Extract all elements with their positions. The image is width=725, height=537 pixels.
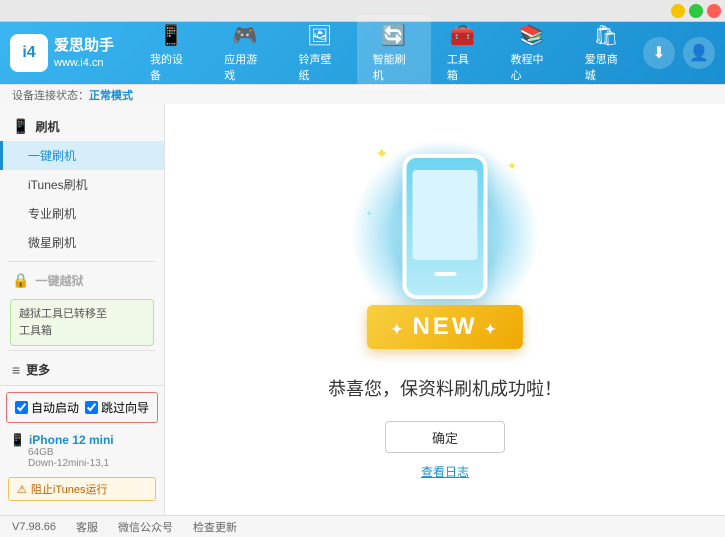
sparkle-right: ✦ bbox=[478, 321, 500, 337]
user-button[interactable]: 👤 bbox=[683, 37, 715, 69]
auto-start-input[interactable] bbox=[15, 401, 28, 414]
sidebar-section-more: ≡ 更多 bbox=[0, 355, 164, 384]
sidebar-divider-1 bbox=[8, 261, 156, 262]
customer-service-link[interactable]: 客服 bbox=[76, 519, 98, 535]
phone-screen bbox=[413, 170, 478, 260]
device-info: 📱 iPhone 12 mini 64GB Down-12mini-13,1 bbox=[0, 429, 164, 473]
nav-right: ⬇ 👤 bbox=[643, 37, 715, 69]
nav-items: 📱 我的设备 🎮 应用游戏 🖼 铃声壁纸 🔄 智能刷机 🧰 工具箱 📚 教程中心… bbox=[134, 15, 643, 91]
navbar: i4 爱思助手 www.i4.cn 📱 我的设备 🎮 应用游戏 🖼 铃声壁纸 🔄… bbox=[0, 22, 725, 84]
toolbox-icon: 🧰 bbox=[450, 23, 475, 48]
checkbox-row: 自动启动 跳过向导 bbox=[6, 392, 158, 423]
minimize-button[interactable] bbox=[671, 4, 685, 18]
jailbreak-notice: 越狱工具已转移至 工具箱 bbox=[10, 299, 154, 346]
skip-wizard-checkbox[interactable]: 跳过向导 bbox=[85, 399, 149, 416]
sparkle-left: ✦ bbox=[391, 321, 413, 337]
wechat-link[interactable]: 微信公众号 bbox=[118, 519, 173, 535]
bottombar: V7.98.66 客服 微信公众号 检查更新 bbox=[0, 515, 725, 537]
lock-icon: 🔒 bbox=[12, 272, 29, 289]
nav-item-tutorial[interactable]: 📚 教程中心 bbox=[495, 15, 569, 91]
sidebar-section-jailbreak: 🔒 一键越狱 bbox=[0, 266, 164, 295]
sidebar-item-one-key-flash[interactable]: 一键刷机 bbox=[0, 141, 164, 170]
phone-body bbox=[403, 154, 488, 299]
nav-item-apps[interactable]: 🎮 应用游戏 bbox=[208, 15, 282, 91]
sidebar-item-micro-flash[interactable]: 微星刷机 bbox=[0, 228, 164, 257]
success-illustration: ✦ ✦ ✦ ✦ NEW ✦ bbox=[345, 139, 545, 359]
sidebar-item-itunes-flash[interactable]: iTunes刷机 bbox=[0, 170, 164, 199]
nav-item-wallpaper[interactable]: 🖼 铃声壁纸 bbox=[282, 15, 356, 91]
sidebar-item-pro-flash[interactable]: 专业刷机 bbox=[0, 199, 164, 228]
success-message: 恭喜您，保资料刷机成功啦！ bbox=[328, 375, 562, 401]
sparkle-1: ✦ bbox=[375, 144, 388, 164]
sidebar-divider-2 bbox=[8, 350, 156, 351]
skip-wizard-input[interactable] bbox=[85, 401, 98, 414]
sidebar-section-flash: 📱 刷机 bbox=[0, 112, 164, 141]
auto-start-checkbox[interactable]: 自动启动 bbox=[15, 399, 79, 416]
download-button[interactable]: ⬇ bbox=[643, 37, 675, 69]
sidebar: 📱 刷机 一键刷机 iTunes刷机 专业刷机 微星刷机 bbox=[0, 104, 165, 515]
tutorial-icon: 📚 bbox=[519, 23, 544, 48]
sparkle-3: ✦ bbox=[365, 209, 373, 220]
main-area: 📱 刷机 一键刷机 iTunes刷机 专业刷机 微星刷机 bbox=[0, 104, 725, 515]
new-badge: ✦ NEW ✦ bbox=[367, 305, 523, 349]
wallpaper-icon: 🖼 bbox=[307, 23, 332, 48]
mall-icon: 🛍 bbox=[593, 23, 618, 48]
check-update-link[interactable]: 检查更新 bbox=[193, 519, 237, 535]
version: V7.98.66 bbox=[12, 521, 56, 533]
nav-item-smart-flash[interactable]: 🔄 智能刷机 bbox=[357, 15, 431, 91]
maximize-button[interactable] bbox=[689, 4, 703, 18]
nav-item-toolbox[interactable]: 🧰 工具箱 bbox=[431, 15, 495, 91]
logo-icon: i4 bbox=[10, 34, 48, 72]
phone-home-btn bbox=[434, 272, 456, 276]
phone-container bbox=[403, 154, 488, 299]
nav-item-mall[interactable]: 🛍 爱思商城 bbox=[569, 15, 643, 91]
flash-section-icon: 📱 bbox=[12, 118, 29, 135]
close-button[interactable] bbox=[707, 4, 721, 18]
phone-icon: 📱 bbox=[10, 433, 25, 447]
flash-icon: 🔄 bbox=[381, 23, 406, 48]
nav-item-my-device[interactable]: 📱 我的设备 bbox=[134, 15, 208, 91]
main-content: ✦ ✦ ✦ ✦ NEW ✦ 恭喜您，保资料刷机成功啦！ 确定 查看日志 bbox=[165, 104, 725, 515]
logo: i4 爱思助手 www.i4.cn bbox=[10, 34, 114, 72]
apps-icon: 🎮 bbox=[233, 23, 258, 48]
sidebar-device-section: 自动启动 跳过向导 📱 iPhone 12 mini 64GB Down-12m… bbox=[0, 385, 164, 507]
device-icon: 📱 bbox=[159, 23, 184, 48]
logo-text: 爱思助手 www.i4.cn bbox=[54, 35, 114, 71]
warning-icon: ⚠ bbox=[17, 483, 27, 496]
confirm-button[interactable]: 确定 bbox=[385, 421, 505, 453]
itunes-notice[interactable]: ⚠ 阻止iTunes运行 bbox=[8, 477, 156, 501]
more-icon: ≡ bbox=[12, 362, 20, 378]
secondary-link[interactable]: 查看日志 bbox=[421, 463, 469, 480]
sparkle-2: ✦ bbox=[507, 159, 517, 173]
